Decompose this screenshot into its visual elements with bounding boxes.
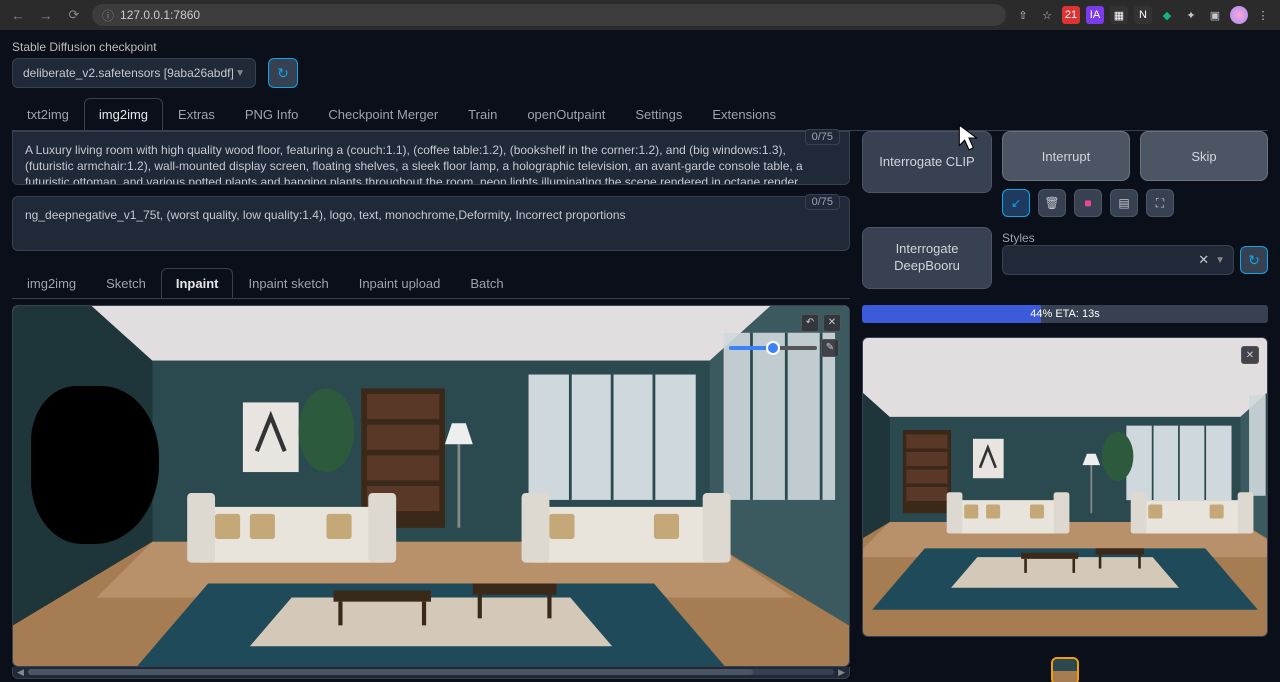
progress-bar: 44% ETA: 13s <box>862 305 1268 323</box>
skip-button[interactable]: Skip <box>1140 131 1268 181</box>
tab-img2img[interactable]: img2img <box>84 98 163 130</box>
undo-button[interactable]: ↶ <box>801 314 819 332</box>
progress-fill <box>862 305 1041 323</box>
browser-toolbar: ← → ⟳ ⓘ 127.0.0.1:7860 ⇧ ☆ 21 IA ▦ N ◆ ✦… <box>0 0 1280 30</box>
tab-settings[interactable]: Settings <box>620 98 697 130</box>
checkpoint-refresh-button[interactable]: ↻ <box>268 58 298 88</box>
ext-icon-3[interactable]: ▦ <box>1110 6 1128 24</box>
browser-menu-icon[interactable]: ⋮ <box>1254 6 1272 24</box>
negative-prompt-input[interactable] <box>12 196 850 250</box>
chevron-down-icon: ▼ <box>1215 255 1225 266</box>
tab-extras[interactable]: Extras <box>163 98 230 130</box>
close-icon[interactable]: ✕ <box>1198 252 1209 268</box>
interrogate-deepbooru-button[interactable]: Interrogate DeepBooru <box>862 227 992 289</box>
brush-size-slider[interactable]: ✎ <box>729 340 839 356</box>
tab-txt2img[interactable]: txt2img <box>12 98 84 130</box>
brush-tool-icon[interactable]: ✎ <box>821 339 839 357</box>
tab-checkpoint-merger[interactable]: Checkpoint Merger <box>313 98 453 130</box>
ext-icon-2[interactable]: IA <box>1086 6 1104 24</box>
tab-png-info[interactable]: PNG Info <box>230 98 313 130</box>
tab-train[interactable]: Train <box>453 98 512 130</box>
tab-openoutpaint[interactable]: openOutpaint <box>512 98 620 130</box>
share-icon[interactable]: ⇧ <box>1014 6 1032 24</box>
extensions-icon[interactable]: ✦ <box>1182 6 1200 24</box>
url-bar[interactable]: ⓘ 127.0.0.1:7860 <box>92 4 1006 26</box>
negative-token-count: 0/75 <box>805 194 840 210</box>
tool-trash-button[interactable]: 🗑 <box>1038 189 1066 217</box>
info-icon: ⓘ <box>102 7 114 24</box>
tab-extensions[interactable]: Extensions <box>697 98 791 130</box>
clear-button[interactable]: ✕ <box>823 314 841 332</box>
ext-icon-4[interactable]: N <box>1134 6 1152 24</box>
tool-arrow-button[interactable]: ↙ <box>1002 189 1030 217</box>
browser-reload-button[interactable]: ⟳ <box>64 5 84 25</box>
subtab-img2img[interactable]: img2img <box>12 268 91 298</box>
positive-prompt-input[interactable] <box>12 131 850 185</box>
sidepanel-icon[interactable]: ▣ <box>1206 6 1224 24</box>
chevron-down-icon: ▼ <box>235 68 245 79</box>
subtab-inpaint[interactable]: Inpaint <box>161 268 234 298</box>
url-text: 127.0.0.1:7860 <box>120 8 200 22</box>
output-image <box>863 338 1267 636</box>
subtab-inpaint-sketch[interactable]: Inpaint sketch <box>233 268 343 298</box>
ext-icon-1[interactable]: 21 <box>1062 6 1080 24</box>
subtab-inpaint-upload[interactable]: Inpaint upload <box>344 268 456 298</box>
tool-expand-button[interactable]: ⛶ <box>1146 189 1174 217</box>
main-tabs: txt2img img2img Extras PNG Info Checkpoi… <box>12 98 1268 131</box>
interrogate-clip-button[interactable]: Interrogate CLIP <box>862 131 992 193</box>
inpaint-canvas[interactable]: ↶ ✕ ✎ <box>12 305 850 667</box>
scroll-right-icon: ▶ <box>838 667 845 678</box>
interrupt-button[interactable]: Interrupt <box>1002 131 1130 181</box>
profile-avatar[interactable] <box>1230 6 1248 24</box>
browser-forward-button[interactable]: → <box>36 5 56 25</box>
styles-select[interactable]: ✕ ▼ <box>1002 245 1234 275</box>
canvas-scrollbar[interactable]: ◀ ▶ <box>12 667 850 679</box>
styles-refresh-button[interactable]: ↻ <box>1240 246 1268 274</box>
bookmark-icon[interactable]: ☆ <box>1038 6 1056 24</box>
output-image-panel: ✕ <box>862 337 1268 637</box>
subtab-batch[interactable]: Batch <box>455 268 518 298</box>
tool-card-button[interactable]: ▤ <box>1110 189 1138 217</box>
scroll-left-icon: ◀ <box>17 667 24 678</box>
subtab-sketch[interactable]: Sketch <box>91 268 161 298</box>
styles-label: Styles <box>1002 231 1268 245</box>
close-output-button[interactable]: ✕ <box>1241 346 1259 364</box>
output-thumbnails <box>862 657 1268 682</box>
ext-icon-5[interactable]: ◆ <box>1158 6 1176 24</box>
img2img-sub-tabs: img2img Sketch Inpaint Inpaint sketch In… <box>12 268 850 299</box>
prompt-token-count: 0/75 <box>805 129 840 145</box>
inpaint-mask <box>31 386 159 544</box>
checkpoint-value: deliberate_v2.safetensors [9aba26abdf] <box>23 66 234 80</box>
output-thumbnail[interactable] <box>1051 657 1079 682</box>
checkpoint-select[interactable]: deliberate_v2.safetensors [9aba26abdf] ▼ <box>12 58 256 88</box>
checkpoint-label: Stable Diffusion checkpoint <box>12 40 1268 54</box>
tool-palette-button[interactable]: ■ <box>1074 189 1102 217</box>
browser-back-button[interactable]: ← <box>8 5 28 25</box>
browser-actions: ⇧ ☆ 21 IA ▦ N ◆ ✦ ▣ ⋮ <box>1014 6 1272 24</box>
progress-text: 44% ETA: 13s <box>1030 308 1100 320</box>
